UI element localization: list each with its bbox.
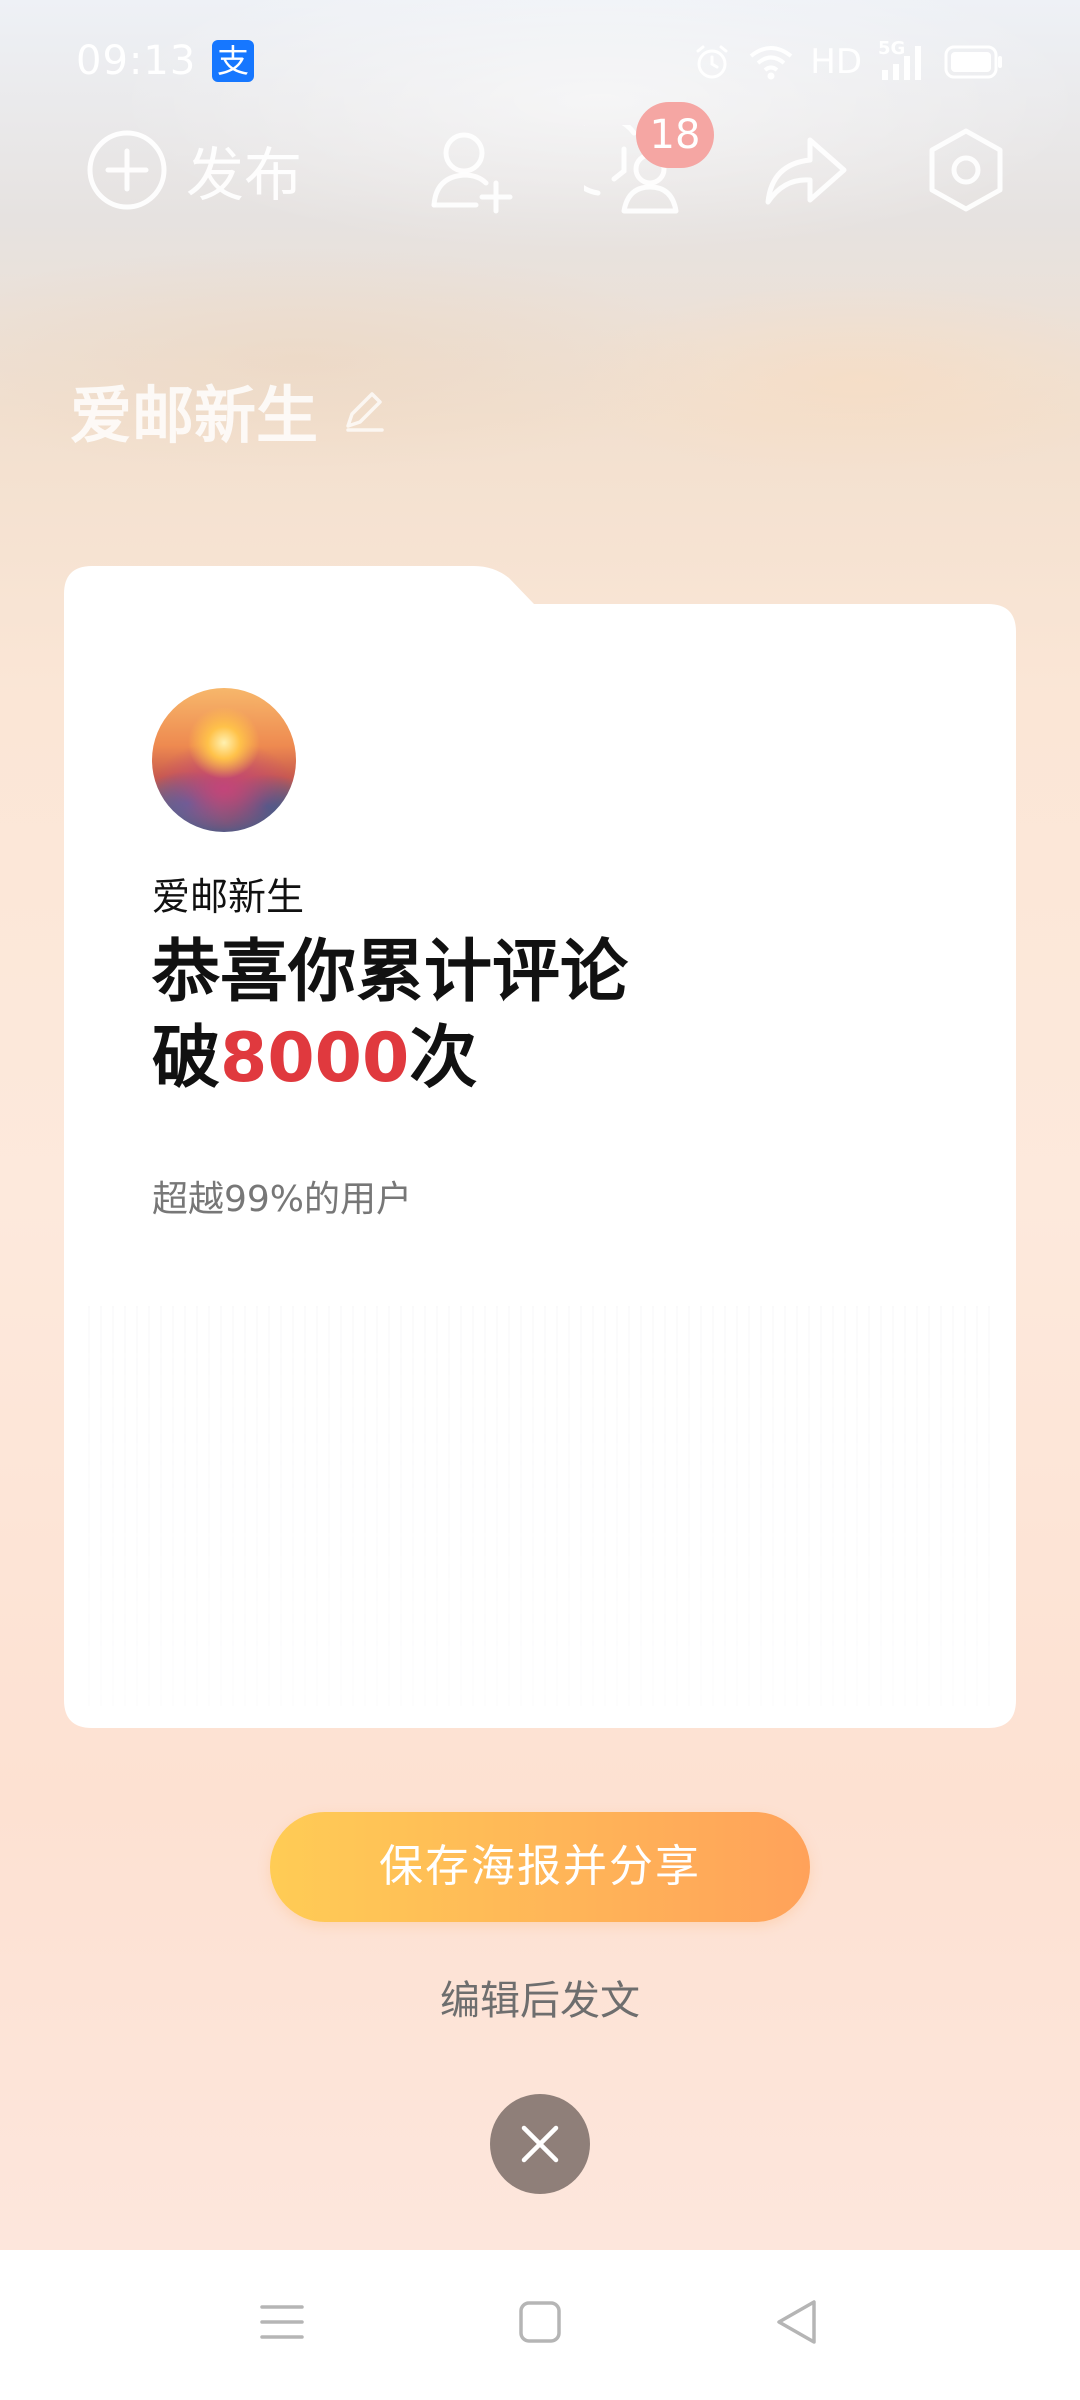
close-button[interactable] — [490, 2094, 590, 2194]
avatar — [152, 688, 296, 832]
status-time: 09:13 — [76, 38, 197, 84]
save-poster-share-button[interactable]: 保存海报并分享 — [270, 1812, 810, 1922]
headline-suffix: 次 — [409, 1019, 478, 1098]
status-bar: 09:13 支 HD 5G — [0, 0, 1080, 120]
status-icons: HD 5G — [692, 38, 1004, 84]
ranking-subtext: 超越99%的用户 — [152, 1179, 413, 1220]
comment-count: 8000 — [220, 1019, 410, 1098]
card-username: 爱邮新生 — [152, 875, 305, 919]
profile-name-row: 爱邮新生 — [70, 370, 388, 452]
publish-button[interactable]: 发布 — [86, 118, 302, 222]
settings-icon — [929, 128, 1003, 212]
settings-button[interactable] — [926, 118, 1006, 222]
signal-icon: 5G — [878, 38, 928, 82]
achievement-poster-card: 爱邮新生 恭喜你累计评论 破8000次 超越99%的用户 — [64, 566, 1016, 1728]
alipay-notification-icon: 支 — [212, 40, 254, 82]
close-icon — [521, 2125, 559, 2163]
screen: 09:13 支 HD 5G 发布 18 爱邮新生 爱邮新生 恭喜你累计评论 破8… — [0, 0, 1080, 2400]
headline-line-2: 破8000次 — [152, 1002, 477, 1101]
back-triangle-icon — [777, 2300, 816, 2344]
add-user-icon — [431, 132, 513, 214]
edit-then-post-link[interactable]: 编辑后发文 — [340, 1968, 740, 2026]
publish-label: 发布 — [186, 141, 303, 209]
headline-prefix: 破 — [152, 1019, 221, 1098]
headline-line-1: 恭喜你累计评论 — [152, 933, 629, 1012]
notification-badge: 18 — [636, 102, 714, 168]
wifi-icon — [750, 46, 793, 80]
home-button[interactable] — [510, 2292, 570, 2352]
system-nav-bar — [0, 2250, 1080, 2400]
menu-icon — [260, 2305, 304, 2339]
edit-pencil-icon[interactable] — [340, 386, 388, 434]
add-circle-icon — [87, 130, 167, 210]
recent-apps-button[interactable] — [252, 2292, 312, 2352]
alarm-icon — [696, 45, 728, 79]
battery-icon — [944, 45, 1002, 79]
profile-name: 爱邮新生 — [70, 379, 319, 452]
add-friend-button[interactable] — [426, 118, 516, 222]
share-arrow-icon — [765, 137, 847, 205]
top-toolbar: 发布 — [0, 118, 1080, 222]
back-button[interactable] — [766, 2292, 826, 2352]
home-square-icon — [519, 2301, 561, 2343]
hd-label: HD — [810, 42, 862, 82]
share-profile-button[interactable] — [762, 118, 848, 222]
